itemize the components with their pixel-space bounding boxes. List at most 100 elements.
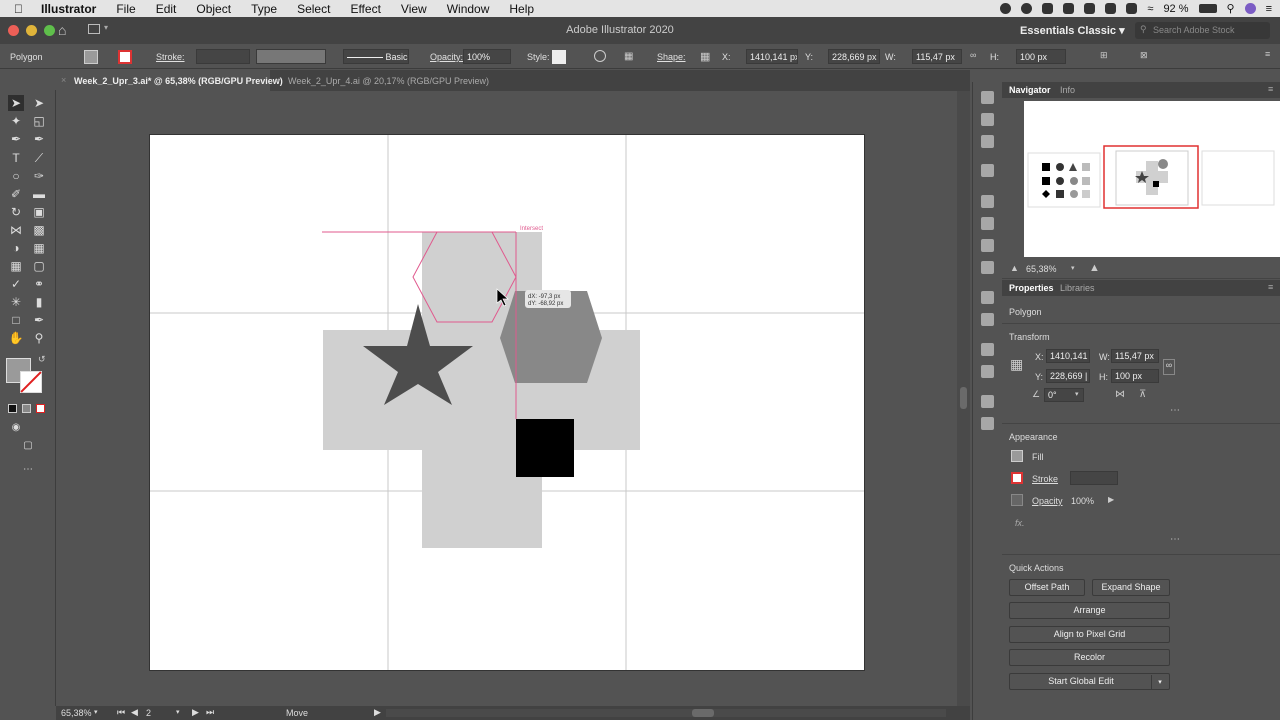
align-icon[interactable]: ▦ bbox=[624, 51, 633, 62]
free-transform-tool-icon[interactable]: ▩ bbox=[31, 222, 47, 238]
zoom-in-icon[interactable]: ▲ bbox=[1089, 262, 1100, 274]
asset-export-icon[interactable] bbox=[981, 135, 994, 148]
column-graph-tool-icon[interactable]: ▮ bbox=[31, 294, 47, 310]
gradient-panel-icon[interactable] bbox=[981, 217, 994, 230]
curvature-tool-icon[interactable]: ✒ bbox=[31, 131, 47, 147]
menu-app-name[interactable]: Illustrator bbox=[31, 2, 106, 16]
opacity-field[interactable]: 100% bbox=[463, 49, 511, 64]
siri-icon[interactable] bbox=[1244, 3, 1256, 14]
artboard-number[interactable]: 2 bbox=[146, 708, 151, 718]
shaper-tool-icon[interactable]: ✐ bbox=[8, 186, 24, 202]
artboard-chevron-icon[interactable]: ▾ bbox=[176, 708, 180, 716]
paintbrush-tool-icon[interactable]: ✑ bbox=[31, 168, 47, 184]
more-options-icon[interactable]: ⋯ bbox=[1170, 534, 1180, 545]
creative-cloud-icon[interactable] bbox=[1000, 3, 1012, 14]
align-panel-icon[interactable] bbox=[981, 365, 994, 378]
spotlight-search-icon[interactable]: ⚲ bbox=[1227, 2, 1235, 15]
magic-wand-tool-icon[interactable]: ✦ bbox=[8, 113, 24, 129]
close-icon[interactable]: × bbox=[275, 75, 280, 85]
hand-tool-icon[interactable]: ✋ bbox=[8, 330, 24, 346]
panel-menu-icon[interactable]: ≡ bbox=[1265, 49, 1270, 59]
width-field[interactable]: 115,47 px bbox=[1111, 349, 1159, 363]
bluetooth-icon[interactable] bbox=[1105, 3, 1117, 14]
navigator-zoom-chevron-icon[interactable]: ▾ bbox=[1071, 264, 1075, 272]
direct-selection-tool-icon[interactable]: ➤ bbox=[31, 95, 47, 111]
reference-point-icon[interactable]: ▦ bbox=[1010, 356, 1023, 373]
brush-definition[interactable]: Basic bbox=[343, 49, 409, 64]
lasso-tool-icon[interactable]: ◱ bbox=[31, 113, 47, 129]
constrain-proportions-icon[interactable]: ∞ bbox=[1163, 359, 1175, 375]
expand-shape-button[interactable]: Expand Shape bbox=[1092, 579, 1170, 596]
wordpress-icon[interactable] bbox=[1021, 3, 1033, 14]
tab-navigator[interactable]: Navigator bbox=[1009, 85, 1051, 95]
menu-file[interactable]: File bbox=[106, 2, 145, 16]
controller-icon[interactable] bbox=[1084, 3, 1096, 14]
edit-toolbar-icon[interactable]: ⋯ bbox=[20, 462, 36, 478]
zoom-chevron-icon[interactable]: ▾ bbox=[94, 708, 98, 716]
flip-vertical-icon[interactable]: ⊼ bbox=[1139, 389, 1146, 400]
rotate-chevron-icon[interactable]: ▾ bbox=[1075, 390, 1079, 398]
height-field[interactable]: 100 px bbox=[1111, 369, 1159, 383]
swap-fill-stroke-icon[interactable]: ↺ bbox=[38, 354, 46, 365]
y-position-field[interactable]: 228,669 | bbox=[1046, 369, 1090, 383]
tab-info[interactable]: Info bbox=[1060, 85, 1075, 95]
wifi-icon[interactable]: ≈ bbox=[1147, 3, 1153, 15]
fill-swatch[interactable] bbox=[84, 50, 98, 64]
zoom-out-icon[interactable]: ▲ bbox=[1010, 263, 1019, 273]
style-swatch[interactable] bbox=[552, 50, 566, 64]
reference-point-icon[interactable]: ▦ bbox=[700, 50, 710, 63]
constrain-proportions-icon[interactable]: ∞ bbox=[970, 50, 976, 60]
stroke-label[interactable]: Stroke bbox=[1032, 474, 1058, 484]
artboards-panel-icon[interactable] bbox=[981, 417, 994, 430]
menu-select[interactable]: Select bbox=[287, 2, 340, 16]
navigator-preview[interactable] bbox=[1024, 101, 1280, 257]
width-field[interactable]: 115,47 px bbox=[912, 49, 962, 64]
previous-artboard-icon[interactable]: ◀ bbox=[131, 707, 138, 718]
stroke-swatch[interactable] bbox=[118, 50, 132, 64]
x-position-field[interactable]: 1410,141 bbox=[1046, 349, 1090, 363]
color-guide-icon[interactable] bbox=[981, 261, 994, 274]
tab-week-2-upr-3[interactable]: × Week_2_Upr_3.ai* @ 65,38% (RGB/GPU Prev… bbox=[56, 70, 283, 91]
opacity-value[interactable]: 100% bbox=[1071, 496, 1094, 506]
artwork-layer[interactable]: Intersect dX: -97,3 px dY: -68,92 px bbox=[57, 91, 957, 706]
transform-panel-icon[interactable] bbox=[981, 343, 994, 356]
scroll-thumb[interactable] bbox=[960, 387, 967, 409]
artboard-tool-icon[interactable]: □ bbox=[8, 312, 24, 328]
opacity-chevron-icon[interactable]: ▶ bbox=[1108, 495, 1114, 504]
stroke-panel-icon[interactable] bbox=[981, 195, 994, 208]
graphic-styles-icon[interactable] bbox=[981, 313, 994, 326]
recolor-button[interactable]: Recolor bbox=[1009, 649, 1170, 666]
height-field[interactable]: 100 px bbox=[1016, 49, 1066, 64]
menu-effect[interactable]: Effect bbox=[340, 2, 390, 16]
shape-builder-tool-icon[interactable]: ◑ bbox=[8, 240, 24, 256]
type-tool-icon[interactable]: T bbox=[8, 150, 24, 166]
menu-edit[interactable]: Edit bbox=[146, 2, 187, 16]
arrange-button[interactable]: Arrange bbox=[1009, 602, 1170, 619]
mesh-tool-icon[interactable]: ▦ bbox=[8, 258, 24, 274]
x-position-field[interactable]: 1410,141 px bbox=[746, 49, 798, 64]
align-to-pixel-grid-button[interactable]: Align to Pixel Grid bbox=[1009, 626, 1170, 643]
next-artboard-icon[interactable]: ▶ bbox=[192, 707, 199, 718]
gradient-tool-icon[interactable]: ▢ bbox=[31, 258, 47, 274]
rotate-tool-icon[interactable]: ↻ bbox=[8, 204, 24, 220]
first-artboard-icon[interactable]: ⏮ bbox=[117, 707, 125, 718]
fx-icon[interactable]: fx. bbox=[1015, 518, 1025, 528]
variable-width-profile[interactable] bbox=[256, 49, 326, 64]
libraries-panel-icon[interactable] bbox=[981, 113, 994, 126]
appearance-panel-icon[interactable] bbox=[981, 291, 994, 304]
transform-icon[interactable]: ⊞ bbox=[1100, 50, 1108, 61]
panel-menu-icon[interactable]: ≡ bbox=[1268, 84, 1273, 94]
fill-swatch[interactable] bbox=[1011, 450, 1023, 462]
battery-icon[interactable] bbox=[1198, 4, 1217, 13]
navigator-zoom-field[interactable]: 65,38% bbox=[1026, 264, 1057, 274]
start-global-edit-button[interactable]: Start Global Edit ▾ bbox=[1009, 673, 1170, 690]
line-segment-tool-icon[interactable]: ⟋ bbox=[31, 150, 47, 166]
stroke-swatch[interactable] bbox=[1011, 472, 1023, 484]
workspace-switcher[interactable]: Essentials Classic ▾ bbox=[1020, 24, 1125, 37]
stroke-weight-field[interactable] bbox=[196, 49, 250, 64]
layers-panel-icon[interactable] bbox=[981, 91, 994, 104]
language-flag-icon[interactable] bbox=[1126, 3, 1138, 14]
menu-object[interactable]: Object bbox=[186, 2, 241, 16]
search-adobe-stock-input[interactable]: ⚲ Search Adobe Stock bbox=[1135, 22, 1270, 39]
panel-menu-icon[interactable]: ≡ bbox=[1268, 282, 1273, 292]
